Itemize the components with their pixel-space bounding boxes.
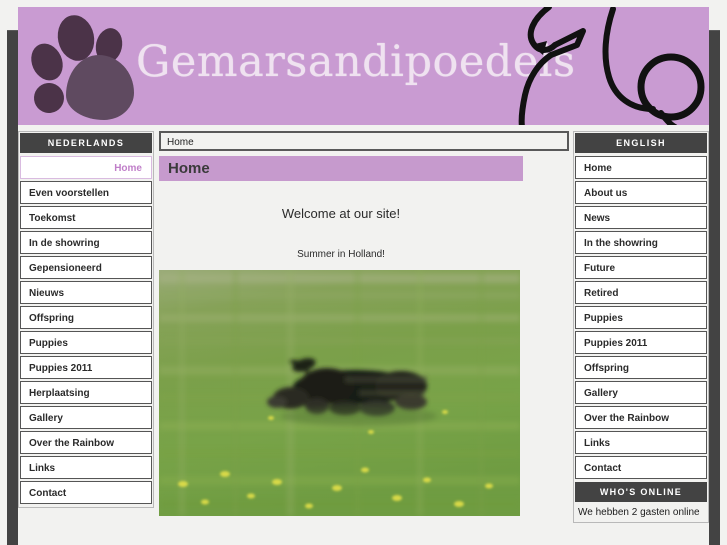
sidebar-left-dutch: NEDERLANDS Home Even voorstellen Toekoms… <box>18 131 154 508</box>
sidebar-item-label: Contact <box>29 488 67 499</box>
sidebar-item-label: Links <box>29 463 56 474</box>
page-title: Home <box>159 156 523 181</box>
sidebar-item-toekomst[interactable]: Toekomst <box>20 206 152 229</box>
sidebar-item-label: In the showring <box>584 238 658 249</box>
poodle-line-art-icon <box>518 7 705 125</box>
page-root: Gemarsandipoedels NEDERLANDS Home Even v… <box>0 0 727 545</box>
sidebar-item-about-us[interactable]: About us <box>575 181 707 204</box>
sidebar-item-label: Puppies <box>29 338 68 349</box>
sidebar-item-future[interactable]: Future <box>575 256 707 279</box>
site-banner: Gemarsandipoedels <box>18 7 709 125</box>
sidebar-item-label: Offspring <box>584 363 629 374</box>
sidebar-item-label: Future <box>584 263 616 274</box>
sidebar-item-offspring-nl[interactable]: Offspring <box>20 306 152 329</box>
sidebar-item-label: Nieuws <box>29 288 65 299</box>
sidebar-item-puppies-nl[interactable]: Puppies <box>20 331 152 354</box>
sidebar-item-home-en[interactable]: Home <box>575 156 707 179</box>
sidebar-item-home-nl[interactable]: Home <box>20 156 152 179</box>
left-menu-title: NEDERLANDS <box>20 133 152 153</box>
sidebar-item-puppies-2011-nl[interactable]: Puppies 2011 <box>20 356 152 379</box>
sidebar-item-herplaatsing[interactable]: Herplaatsing <box>20 381 152 404</box>
paw-print-icon <box>25 11 138 120</box>
breadcrumb: Home <box>159 131 569 151</box>
sidebar-item-retired[interactable]: Retired <box>575 281 707 304</box>
sidebar-right-english: ENGLISH Home About us News In the showri… <box>573 131 709 523</box>
sidebar-item-gallery-nl[interactable]: Gallery <box>20 406 152 429</box>
whos-online-title: WHO'S ONLINE <box>575 482 707 502</box>
sidebar-item-label: Retired <box>584 288 619 299</box>
sidebar-item-puppies-en[interactable]: Puppies <box>575 306 707 329</box>
sidebar-item-gallery-en[interactable]: Gallery <box>575 381 707 404</box>
sidebar-item-label: Gallery <box>29 413 63 424</box>
sidebar-item-contact-nl[interactable]: Contact <box>20 481 152 504</box>
photo-caption: Summer in Holland! <box>297 249 385 260</box>
sidebar-item-label: Home <box>584 163 612 174</box>
welcome-text: Welcome at our site! <box>281 206 401 221</box>
main-content: Home Home Welcome at our site! Summer in… <box>159 131 569 545</box>
sidebar-item-over-the-rainbow-nl[interactable]: Over the Rainbow <box>20 431 152 454</box>
sidebar-item-label: In de showring <box>29 238 100 249</box>
sidebar-item-links-en[interactable]: Links <box>575 431 707 454</box>
sidebar-item-contact-en[interactable]: Contact <box>575 456 707 479</box>
sidebar-item-gepensioneerd[interactable]: Gepensioneerd <box>20 256 152 279</box>
sidebar-item-label: Over the Rainbow <box>584 413 670 424</box>
sidebar-item-puppies-2011-en[interactable]: Puppies 2011 <box>575 331 707 354</box>
sidebar-item-over-the-rainbow-en[interactable]: Over the Rainbow <box>575 406 707 429</box>
sidebar-item-nieuws[interactable]: Nieuws <box>20 281 152 304</box>
sidebar-item-in-the-showring[interactable]: In the showring <box>575 231 707 254</box>
sidebar-item-links-nl[interactable]: Links <box>20 456 152 479</box>
sidebar-item-label: Herplaatsing <box>29 388 90 399</box>
content-area: NEDERLANDS Home Even voorstellen Toekoms… <box>18 125 709 545</box>
sidebar-item-in-de-showring[interactable]: In de showring <box>20 231 152 254</box>
sidebar-item-label: Gallery <box>584 388 618 399</box>
sidebar-item-label: Puppies 2011 <box>29 363 93 374</box>
sidebar-item-label: Puppies 2011 <box>584 338 648 349</box>
sidebar-item-label: Over the Rainbow <box>29 438 115 449</box>
whos-online-text: We hebben 2 gasten online <box>578 507 700 518</box>
sidebar-item-label: Home <box>114 163 142 174</box>
sidebar-item-label: News <box>584 213 611 224</box>
right-menu-title: ENGLISH <box>575 133 707 153</box>
sidebar-item-label: Offspring <box>29 313 74 324</box>
sidebar-item-label: Even voorstellen <box>29 188 110 199</box>
sidebar-item-news[interactable]: News <box>575 206 707 229</box>
sidebar-item-label: Links <box>584 438 611 449</box>
sidebar-item-label: Gepensioneerd <box>29 263 102 274</box>
dog-in-meadow-photo <box>159 270 520 516</box>
sidebar-item-offspring-en[interactable]: Offspring <box>575 356 707 379</box>
sidebar-item-label: Contact <box>584 463 622 474</box>
sidebar-item-label: Toekomst <box>29 213 76 224</box>
sidebar-item-label: Puppies <box>584 313 623 324</box>
sidebar-item-even-voorstellen[interactable]: Even voorstellen <box>20 181 152 204</box>
sidebar-item-label: About us <box>584 188 628 199</box>
photo-frame <box>159 270 520 516</box>
